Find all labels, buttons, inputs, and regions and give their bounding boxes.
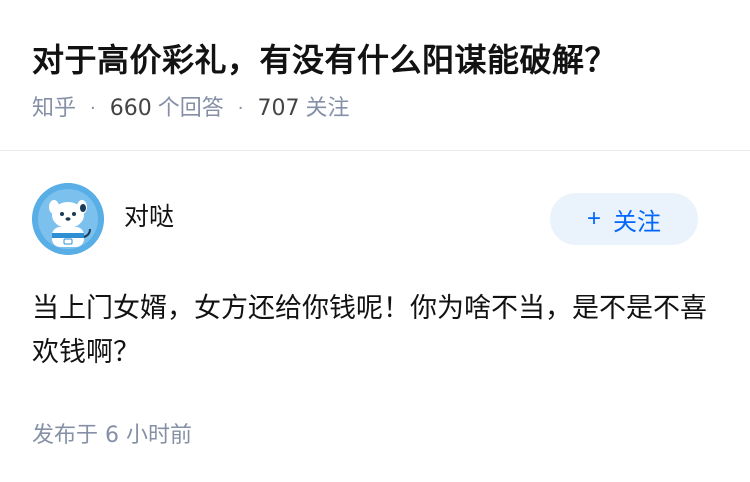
publish-time: 发布于 6 小时前 bbox=[32, 421, 718, 451]
answer-count: 660 bbox=[109, 96, 152, 121]
meta-separator: · bbox=[237, 98, 244, 119]
source-label[interactable]: 知乎 bbox=[32, 94, 76, 124]
question-title[interactable]: 对于高价彩礼，有没有什么阳谋能破解？ bbox=[32, 38, 718, 82]
question-header: 对于高价彩礼，有没有什么阳谋能破解？ 知乎 · 660 个回答 · 707 关注 bbox=[0, 0, 750, 121]
author-row: 对哒 + 关注 bbox=[32, 183, 718, 263]
follower-count: 707 bbox=[257, 96, 300, 121]
divider bbox=[0, 150, 750, 151]
answer-count-label: 个回答 bbox=[157, 96, 224, 121]
zhihu-answer-page: 对于高价彩礼，有没有什么阳谋能破解？ 知乎 · 660 个回答 · 707 关注 bbox=[0, 0, 750, 482]
follow-label: 关注 bbox=[613, 208, 661, 236]
follower-count-label: 关注 bbox=[305, 96, 350, 121]
publish-time-value: 6 小时前 bbox=[105, 423, 193, 448]
author-name[interactable]: 对哒 bbox=[124, 201, 174, 233]
answer-content[interactable]: 当上门女婿，女方还给你钱呢！你为啥不当，是不是不喜欢钱啊？ bbox=[32, 287, 712, 375]
dog-mascot-icon bbox=[32, 183, 104, 255]
avatar[interactable] bbox=[32, 183, 104, 255]
publish-label: 发布于 bbox=[32, 423, 99, 448]
meta-separator: · bbox=[90, 98, 96, 119]
plus-icon: + bbox=[586, 205, 601, 232]
answer-card: 对哒 + 关注 当上门女婿，女方还给你钱呢！你为啥不当，是不是不喜欢钱啊？ 发布… bbox=[0, 183, 750, 451]
question-meta: 知乎 · 660 个回答 · 707 关注 bbox=[32, 94, 718, 124]
follow-button[interactable]: + 关注 bbox=[550, 193, 698, 245]
